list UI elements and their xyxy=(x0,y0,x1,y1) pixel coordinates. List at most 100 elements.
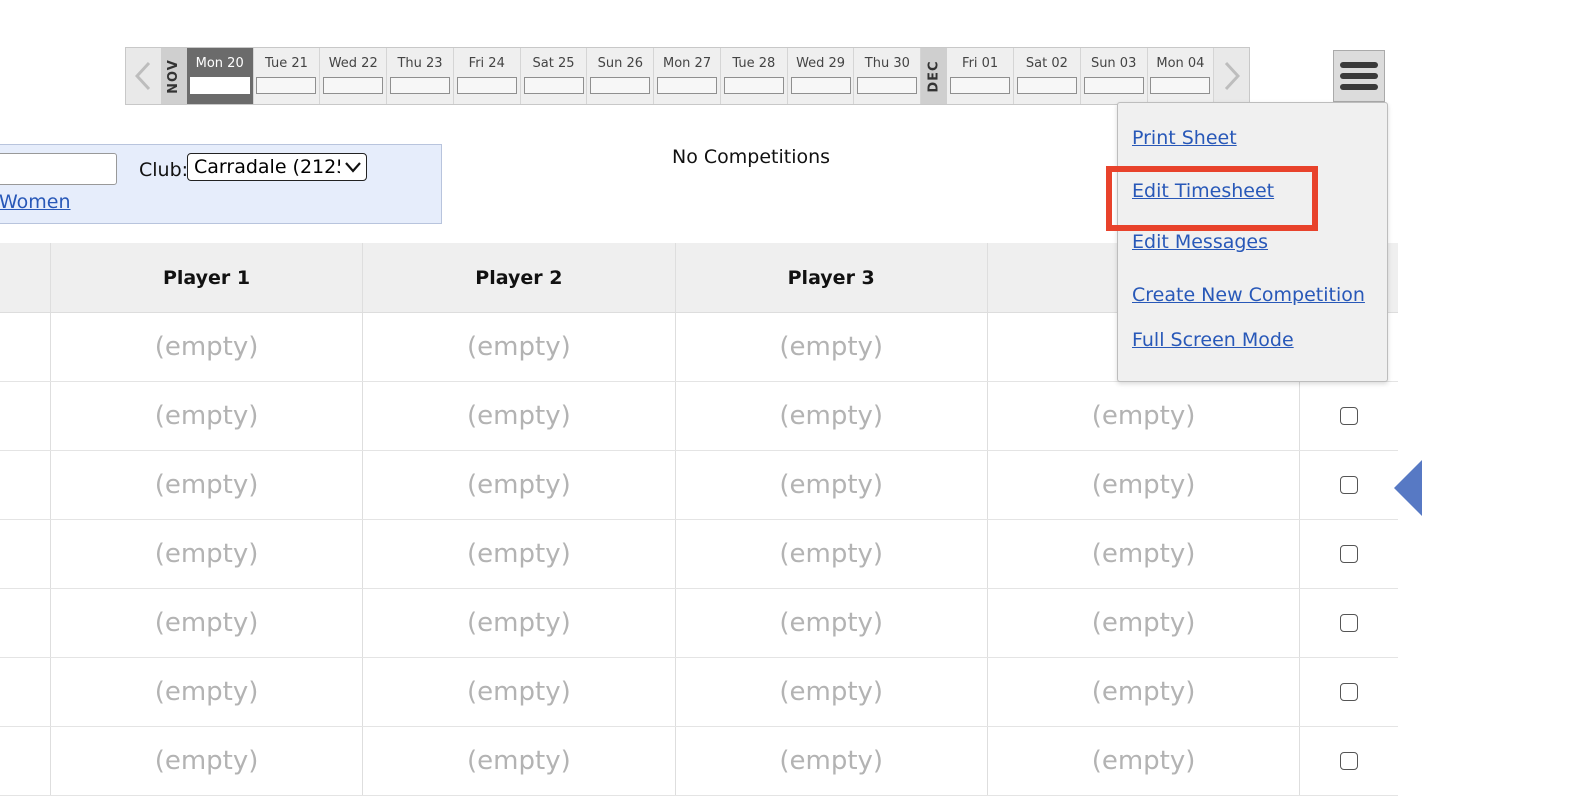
day-cell[interactable]: Thu 23 xyxy=(387,48,454,104)
player-slot[interactable]: (empty) xyxy=(51,727,364,795)
chevron-right-icon xyxy=(1224,61,1240,91)
day-label: Tue 21 xyxy=(265,56,308,71)
date-strip: NOV Mon 20 Tue 21 Wed 22 Thu 23 Fri 24 S… xyxy=(125,47,1250,105)
day-cell[interactable]: Tue 21 xyxy=(254,48,321,104)
player-slot[interactable]: (empty) xyxy=(363,520,676,588)
table-row: (empty) (empty) (empty) (empty) xyxy=(0,658,1398,727)
menu-item-edit-timesheet[interactable]: Edit Timesheet xyxy=(1132,180,1274,202)
menu-item-edit-messages[interactable]: Edit Messages xyxy=(1132,231,1268,253)
player-slot[interactable]: (empty) xyxy=(676,313,988,381)
player-slot[interactable]: (empty) xyxy=(363,658,676,726)
filter-panel: Club: Carradale (2125 Women xyxy=(0,144,442,224)
player-slot[interactable]: (empty) xyxy=(676,382,988,450)
day-cell[interactable]: Fri 01 xyxy=(947,48,1014,104)
row-checkbox[interactable] xyxy=(1340,614,1359,632)
row-checkbox-cell xyxy=(1300,727,1398,795)
row-checkbox[interactable] xyxy=(1340,407,1359,425)
player-slot[interactable]: (empty) xyxy=(988,589,1301,657)
row-label-cell xyxy=(0,520,51,588)
menu-item-print-sheet[interactable]: Print Sheet xyxy=(1132,127,1237,149)
menu-item-full-screen-mode[interactable]: Full Screen Mode xyxy=(1132,329,1294,351)
player-slot[interactable]: (empty) xyxy=(988,382,1301,450)
day-slot-box xyxy=(1016,77,1077,94)
row-label-cell xyxy=(0,589,51,657)
day-label: Wed 22 xyxy=(328,56,378,71)
table-row: (empty) (empty) (empty) (empty) xyxy=(0,451,1398,520)
triangle-left-icon[interactable] xyxy=(1394,460,1422,516)
column-header-player-3: Player 3 xyxy=(676,243,988,312)
day-label: Fri 01 xyxy=(962,56,999,71)
day-cell[interactable]: Sun 26 xyxy=(587,48,655,104)
day-cell[interactable]: Fri 24 xyxy=(454,48,521,104)
player-slot[interactable]: (empty) xyxy=(51,451,364,519)
day-label: Wed 29 xyxy=(796,56,846,71)
day-cell[interactable]: Wed 29 xyxy=(788,48,855,104)
table-row: (empty) (empty) (empty) (empty) xyxy=(0,520,1398,589)
row-label-cell xyxy=(0,313,51,381)
column-header xyxy=(0,243,51,312)
player-slot[interactable]: (empty) xyxy=(51,589,364,657)
player-slot[interactable]: (empty) xyxy=(676,451,988,519)
day-cell[interactable]: Tue 28 xyxy=(721,48,788,104)
day-cell[interactable]: Wed 22 xyxy=(320,48,388,104)
player-slot[interactable]: (empty) xyxy=(676,727,988,795)
day-label: Sun 03 xyxy=(1090,56,1137,71)
club-label: Club: xyxy=(139,159,189,181)
player-slot[interactable]: (empty) xyxy=(676,589,988,657)
row-checkbox-cell xyxy=(1300,589,1398,657)
player-slot[interactable]: (empty) xyxy=(363,382,676,450)
search-input[interactable] xyxy=(0,153,117,185)
player-slot[interactable]: (empty) xyxy=(363,313,676,381)
player-slot[interactable]: (empty) xyxy=(51,313,364,381)
day-cell[interactable]: Sat 25 xyxy=(521,48,588,104)
row-checkbox-cell xyxy=(1300,658,1398,726)
day-slot-box xyxy=(189,77,250,94)
column-header-player-1: Player 1 xyxy=(51,243,364,312)
day-label: Sun 26 xyxy=(597,56,643,71)
player-slot[interactable]: (empty) xyxy=(676,520,988,588)
row-checkbox[interactable] xyxy=(1340,545,1359,563)
day-slot-box xyxy=(523,77,584,94)
day-slot-box xyxy=(857,77,918,94)
date-next-button[interactable] xyxy=(1214,48,1250,104)
day-cell[interactable]: Sun 03 xyxy=(1081,48,1148,104)
player-slot[interactable]: (empty) xyxy=(363,589,676,657)
day-slot-box xyxy=(790,77,851,94)
menu-button[interactable] xyxy=(1333,50,1385,102)
day-cell[interactable]: Mon 04 xyxy=(1148,48,1215,104)
player-slot[interactable]: (empty) xyxy=(988,727,1301,795)
hamburger-icon xyxy=(1340,62,1378,68)
day-slot-box xyxy=(256,77,317,94)
player-slot[interactable]: (empty) xyxy=(988,451,1301,519)
player-slot[interactable]: (empty) xyxy=(988,520,1301,588)
player-slot[interactable]: (empty) xyxy=(988,658,1301,726)
row-checkbox[interactable] xyxy=(1340,476,1359,494)
row-checkbox[interactable] xyxy=(1340,683,1359,701)
actions-dropdown-menu: Print Sheet Edit Timesheet Edit Messages… xyxy=(1117,102,1388,382)
day-cell[interactable]: Thu 30 xyxy=(854,48,922,104)
day-slot-box xyxy=(456,77,517,94)
column-header-player-2: Player 2 xyxy=(363,243,676,312)
menu-item-create-new-competition[interactable]: Create New Competition xyxy=(1132,284,1365,306)
chevron-down-icon xyxy=(340,161,366,173)
player-slot[interactable]: (empty) xyxy=(363,451,676,519)
hamburger-icon xyxy=(1340,84,1378,90)
player-slot[interactable]: (empty) xyxy=(676,658,988,726)
day-slot-box xyxy=(323,77,384,94)
player-slot[interactable]: (empty) xyxy=(51,658,364,726)
date-prev-button[interactable] xyxy=(126,48,161,104)
player-slot[interactable]: (empty) xyxy=(363,727,676,795)
player-slot[interactable]: (empty) xyxy=(51,520,364,588)
club-select-value: Carradale (2125 xyxy=(194,156,340,178)
club-select[interactable]: Carradale (2125 xyxy=(187,153,367,181)
chevron-left-icon xyxy=(135,61,151,91)
day-cell[interactable]: Sat 02 xyxy=(1014,48,1081,104)
women-link[interactable]: Women xyxy=(0,191,71,213)
row-checkbox-cell xyxy=(1300,520,1398,588)
row-checkbox[interactable] xyxy=(1340,752,1359,770)
day-slot-box xyxy=(723,77,784,94)
day-cell[interactable]: Mon 20 xyxy=(186,48,254,104)
row-label-cell xyxy=(0,658,51,726)
day-cell[interactable]: Mon 27 xyxy=(654,48,721,104)
player-slot[interactable]: (empty) xyxy=(51,382,364,450)
